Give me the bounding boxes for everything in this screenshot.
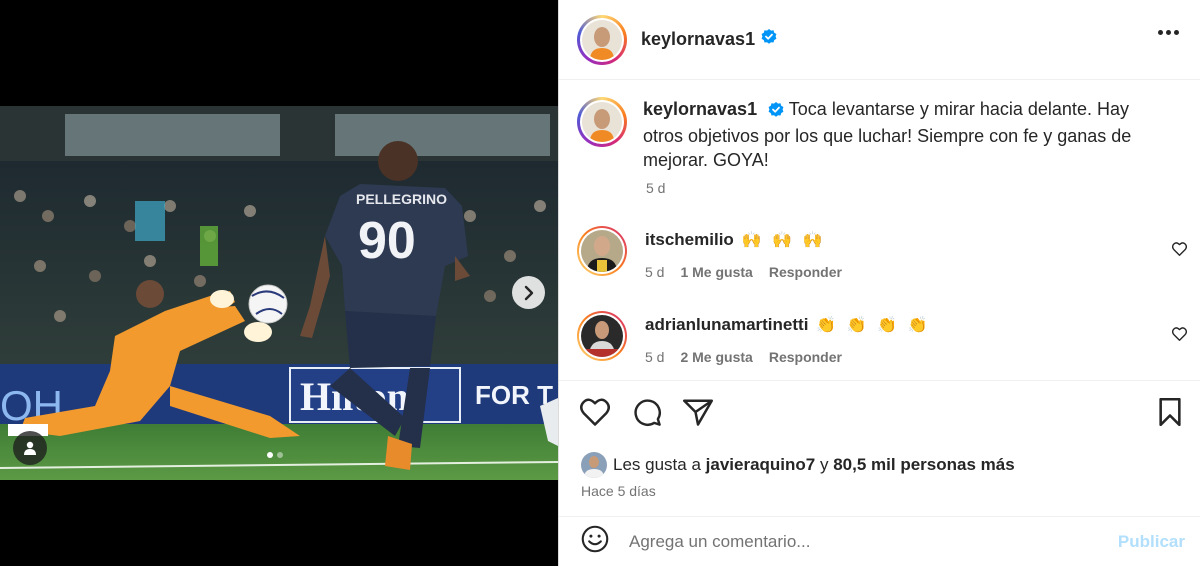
comment-item: itschemilio 🙌 🙌 🙌 5 d 1 Me gusta Responde… bbox=[577, 226, 1177, 286]
caption-username[interactable]: keylornavas1 bbox=[643, 99, 757, 119]
emoji-icon bbox=[581, 525, 609, 553]
likes-prefix: Les gusta a bbox=[613, 455, 701, 474]
likes-summary: Les gusta a javieraquino7 y 80,5 mil per… bbox=[581, 452, 1015, 478]
author-username[interactable]: keylornavas1 bbox=[641, 29, 755, 50]
heart-icon bbox=[1171, 242, 1188, 256]
heart-icon bbox=[1171, 327, 1188, 341]
avatar-image bbox=[581, 452, 607, 478]
likes-others[interactable]: 80,5 mil personas más bbox=[833, 455, 1014, 475]
comments-section: keylornavas1 Toca levantarse y mirar hac… bbox=[559, 80, 1200, 380]
add-comment-bar: Publicar bbox=[559, 516, 1200, 566]
avatar-image bbox=[582, 19, 622, 60]
likes-connector: y bbox=[819, 455, 829, 474]
comment-button[interactable] bbox=[633, 398, 662, 432]
chevron-right-icon bbox=[524, 285, 533, 300]
comment-icon bbox=[634, 399, 661, 426]
post-timestamp[interactable]: Hace 5 días bbox=[581, 483, 656, 499]
liker-username[interactable]: javieraquino7 bbox=[706, 455, 816, 475]
comment-like-button[interactable] bbox=[1171, 327, 1188, 346]
publish-button[interactable]: Publicar bbox=[1118, 532, 1185, 552]
bookmark-icon bbox=[1159, 397, 1181, 427]
slide-dot bbox=[277, 452, 283, 458]
comment-username[interactable]: adrianlunamartinetti 👏 👏 👏 👏 bbox=[645, 315, 930, 335]
actions-bar: Les gusta a javieraquino7 y 80,5 mil per… bbox=[559, 380, 1200, 516]
slide-indicator bbox=[267, 452, 283, 458]
share-button[interactable] bbox=[683, 398, 713, 431]
send-icon bbox=[683, 399, 713, 426]
tagged-users-button[interactable] bbox=[13, 431, 47, 465]
save-button[interactable] bbox=[1157, 397, 1183, 431]
avatar-image bbox=[582, 102, 622, 142]
reply-button[interactable]: Responder bbox=[769, 349, 842, 365]
caption: keylornavas1 Toca levantarse y mirar hac… bbox=[577, 97, 1173, 172]
caption-body: keylornavas1 Toca levantarse y mirar hac… bbox=[643, 97, 1173, 172]
more-options-button[interactable] bbox=[1158, 30, 1179, 35]
more-horizontal-icon bbox=[1158, 30, 1163, 35]
avatar-image bbox=[581, 230, 623, 272]
verified-badge-icon bbox=[761, 29, 777, 50]
avatar-image bbox=[581, 315, 623, 357]
comment-avatar[interactable] bbox=[577, 226, 627, 276]
jersey-name: PELLEGRINO bbox=[356, 191, 447, 207]
comment-meta: 5 d 2 Me gusta Responder bbox=[645, 349, 842, 365]
comment-likes[interactable]: 2 Me gusta bbox=[680, 349, 752, 365]
liker-avatar[interactable] bbox=[581, 452, 607, 478]
slide-dot-active bbox=[267, 452, 273, 458]
post-dialog: Hilton FOR T OH bbox=[0, 0, 1200, 566]
comment-meta: 5 d 1 Me gusta Responder bbox=[645, 264, 842, 280]
comment-text: 🙌 🙌 🙌 bbox=[741, 232, 826, 249]
reply-button[interactable]: Responder bbox=[769, 264, 842, 280]
caption-avatar[interactable] bbox=[577, 97, 627, 147]
post-photo[interactable]: Hilton FOR T OH bbox=[0, 106, 558, 480]
comment-username[interactable]: itschemilio 🙌 🙌 🙌 bbox=[645, 230, 825, 250]
user-tag-icon bbox=[24, 441, 36, 455]
author-avatar[interactable] bbox=[577, 14, 627, 65]
comment-text: 👏 👏 👏 👏 bbox=[816, 317, 931, 334]
heart-icon bbox=[580, 398, 610, 426]
comment-input[interactable] bbox=[629, 531, 1069, 552]
caption-time[interactable]: 5 d bbox=[646, 180, 665, 196]
comment-time[interactable]: 5 d bbox=[645, 264, 664, 280]
post-info-pane: keylornavas1 keylornavas1 Toca levantars… bbox=[558, 0, 1200, 566]
photo-illustration: Hilton FOR T OH bbox=[0, 106, 558, 480]
verified-badge-icon bbox=[768, 100, 784, 124]
comment-likes[interactable]: 1 Me gusta bbox=[680, 264, 752, 280]
next-slide-button[interactable] bbox=[512, 276, 545, 309]
comment-avatar[interactable] bbox=[577, 311, 627, 361]
post-header: keylornavas1 bbox=[559, 0, 1200, 80]
like-button[interactable] bbox=[580, 398, 610, 431]
comment-like-button[interactable] bbox=[1171, 242, 1188, 261]
emoji-button[interactable] bbox=[581, 525, 609, 558]
jersey-number: 90 bbox=[358, 212, 416, 270]
comment-item: adrianlunamartinetti 👏 👏 👏 👏 5 d 2 Me gus… bbox=[577, 311, 1177, 371]
media-pane: Hilton FOR T OH bbox=[0, 0, 558, 566]
comment-time[interactable]: 5 d bbox=[645, 349, 664, 365]
